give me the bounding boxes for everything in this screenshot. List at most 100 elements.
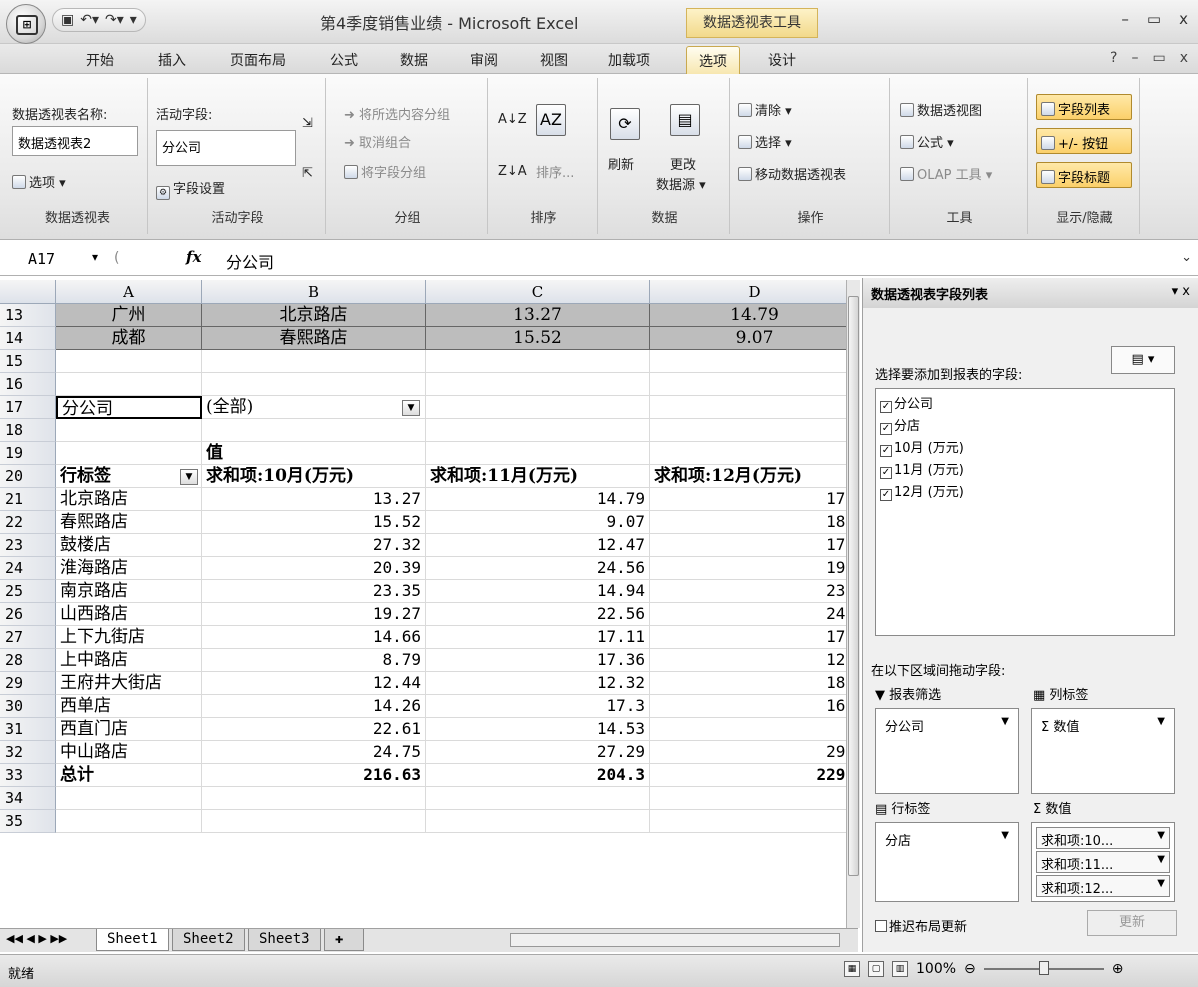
customize-qat-icon[interactable]: ▾ <box>130 12 137 28</box>
cell-a19[interactable] <box>56 442 202 465</box>
sheet-tab-3[interactable]: Sheet3 <box>248 929 321 951</box>
row-header[interactable]: 31 <box>0 718 56 741</box>
cell-d25[interactable]: 23. <box>650 580 858 603</box>
row-labels-area[interactable]: 分店 ▼ <box>875 822 1019 902</box>
tab-home[interactable]: 开始 <box>86 50 114 70</box>
cell-d21[interactable]: 17. <box>650 488 858 511</box>
chip-dropdown-icon[interactable]: ▼ <box>1001 830 1009 841</box>
cell-c21[interactable]: 14.79 <box>426 488 650 511</box>
cell-c33[interactable]: 204.3 <box>426 764 650 787</box>
checkbox-unchecked-icon[interactable] <box>875 920 887 932</box>
cell-d31[interactable]: 1 <box>650 718 858 741</box>
report-filter-area[interactable]: 分公司 ▼ <box>875 708 1019 794</box>
tab-insert[interactable]: 插入 <box>158 50 186 70</box>
normal-view-icon[interactable]: ▦ <box>844 961 860 977</box>
row-header[interactable]: 25 <box>0 580 56 603</box>
sort-az-icon[interactable]: AZ <box>536 104 566 136</box>
update-button[interactable]: 更新 <box>1087 910 1177 936</box>
close-button[interactable]: x <box>1179 10 1188 28</box>
cell-a25[interactable]: 南京路店 <box>56 580 202 603</box>
restore-button[interactable]: ▭ <box>1147 10 1161 28</box>
cell-a32[interactable]: 中山路店 <box>56 741 202 764</box>
cell-a29[interactable]: 王府井大街店 <box>56 672 202 695</box>
row-header[interactable]: 18 <box>0 419 56 442</box>
row-header[interactable]: 26 <box>0 603 56 626</box>
cell-d28[interactable]: 12. <box>650 649 858 672</box>
zoom-level[interactable]: 100% <box>916 961 956 977</box>
move-pivot-button[interactable]: 移动数据透视表 <box>738 164 846 183</box>
cell-c30[interactable]: 17.3 <box>426 695 650 718</box>
cell-a31[interactable]: 西直门店 <box>56 718 202 741</box>
cell-d19[interactable] <box>650 442 858 465</box>
row-header[interactable]: 14 <box>0 327 56 350</box>
sheet-tab-2[interactable]: Sheet2 <box>172 929 245 951</box>
ungroup-button[interactable]: ➜ 取消组合 <box>344 132 411 151</box>
zoom-out-icon[interactable]: ⊖ <box>964 961 976 977</box>
collapse-field-icon[interactable]: ⇱ <box>302 166 313 181</box>
cell-d22[interactable]: 18. <box>650 511 858 534</box>
ribbon-minimize-icon[interactable]: – <box>1131 50 1138 66</box>
zoom-in-icon[interactable]: ⊕ <box>1112 961 1124 977</box>
cell-a26[interactable]: 山西路店 <box>56 603 202 626</box>
checkbox-checked-icon[interactable]: ✓ <box>880 401 892 413</box>
chip-dropdown-icon[interactable]: ▼ <box>1157 716 1165 727</box>
cell-a17[interactable]: 分公司 <box>56 396 202 419</box>
cell-c26[interactable]: 22.56 <box>426 603 650 626</box>
page-break-view-icon[interactable]: ▥ <box>892 961 908 977</box>
cell-c19[interactable] <box>426 442 650 465</box>
cell-d15[interactable] <box>650 350 858 373</box>
cell-b24[interactable]: 20.39 <box>202 557 426 580</box>
row-header[interactable]: 32 <box>0 741 56 764</box>
formulas-button[interactable]: 公式 ▾ <box>900 132 954 151</box>
defer-update-option[interactable]: 推迟布局更新 <box>875 916 967 935</box>
cell-c29[interactable]: 12.32 <box>426 672 650 695</box>
cell-d16[interactable] <box>650 373 858 396</box>
row-header[interactable]: 33 <box>0 764 56 787</box>
cell-a33[interactable]: 总计 <box>56 764 202 787</box>
cell-d35[interactable] <box>650 810 858 833</box>
tab-addins[interactable]: 加载项 <box>608 50 650 70</box>
clear-button[interactable]: 清除 ▾ <box>738 100 792 119</box>
cell-b35[interactable] <box>202 810 426 833</box>
cell-b22[interactable]: 15.52 <box>202 511 426 534</box>
cell-b13[interactable]: 北京路店 <box>202 304 426 327</box>
cell-c23[interactable]: 12.47 <box>426 534 650 557</box>
filter-chip[interactable]: 分公司 ▼ <box>880 713 1014 735</box>
sort-desc-icon[interactable]: Z↓A <box>498 164 527 179</box>
group-selection-button[interactable]: ➜ 将所选内容分组 <box>344 104 450 123</box>
row-header[interactable]: 17 <box>0 396 56 419</box>
field-item-dec[interactable]: ✓ 12月 (万元) <box>880 481 964 501</box>
field-item-nov[interactable]: ✓ 11月 (万元) <box>880 459 964 479</box>
cell-c24[interactable]: 24.56 <box>426 557 650 580</box>
row-header[interactable]: 35 <box>0 810 56 833</box>
cell-c25[interactable]: 14.94 <box>426 580 650 603</box>
field-settings-button[interactable]: ⚙ 字段设置 <box>156 178 225 200</box>
cell-c13[interactable]: 13.27 <box>426 304 650 327</box>
cell-a24[interactable]: 淮海路店 <box>56 557 202 580</box>
row-header[interactable]: 15 <box>0 350 56 373</box>
redo-icon[interactable]: ↷▾ <box>105 12 124 28</box>
row-header[interactable]: 23 <box>0 534 56 557</box>
chip-dropdown-icon[interactable]: ▼ <box>1001 716 1009 727</box>
value-chip-dec[interactable]: 求和项:12... ▼ <box>1036 875 1170 897</box>
chip-dropdown-icon[interactable]: ▼ <box>1157 878 1165 889</box>
cell-b33[interactable]: 216.63 <box>202 764 426 787</box>
field-item-oct[interactable]: ✓ 10月 (万元) <box>880 437 964 457</box>
refresh-icon[interactable]: ⟳ <box>610 108 640 140</box>
cell-a30[interactable]: 西单店 <box>56 695 202 718</box>
change-source-label-2[interactable]: 数据源 ▾ <box>656 174 706 193</box>
row-header[interactable]: 28 <box>0 649 56 672</box>
checkbox-checked-icon[interactable]: ✓ <box>880 423 892 435</box>
cell-d27[interactable]: 17. <box>650 626 858 649</box>
cell-a18[interactable] <box>56 419 202 442</box>
expand-formula-bar-icon[interactable]: ⌄ <box>1181 250 1192 265</box>
checkbox-checked-icon[interactable]: ✓ <box>880 445 892 457</box>
cell-d29[interactable]: 18. <box>650 672 858 695</box>
values-area[interactable]: 求和项:10... ▼ 求和项:11... ▼ 求和项:12... ▼ <box>1031 822 1175 902</box>
cell-d13[interactable]: 14.79 <box>650 304 858 327</box>
tab-page-layout[interactable]: 页面布局 <box>230 50 286 70</box>
cell-c22[interactable]: 9.07 <box>426 511 650 534</box>
cell-b15[interactable] <box>202 350 426 373</box>
chip-dropdown-icon[interactable]: ▼ <box>1157 854 1165 865</box>
ribbon-close-icon[interactable]: x <box>1180 50 1188 66</box>
